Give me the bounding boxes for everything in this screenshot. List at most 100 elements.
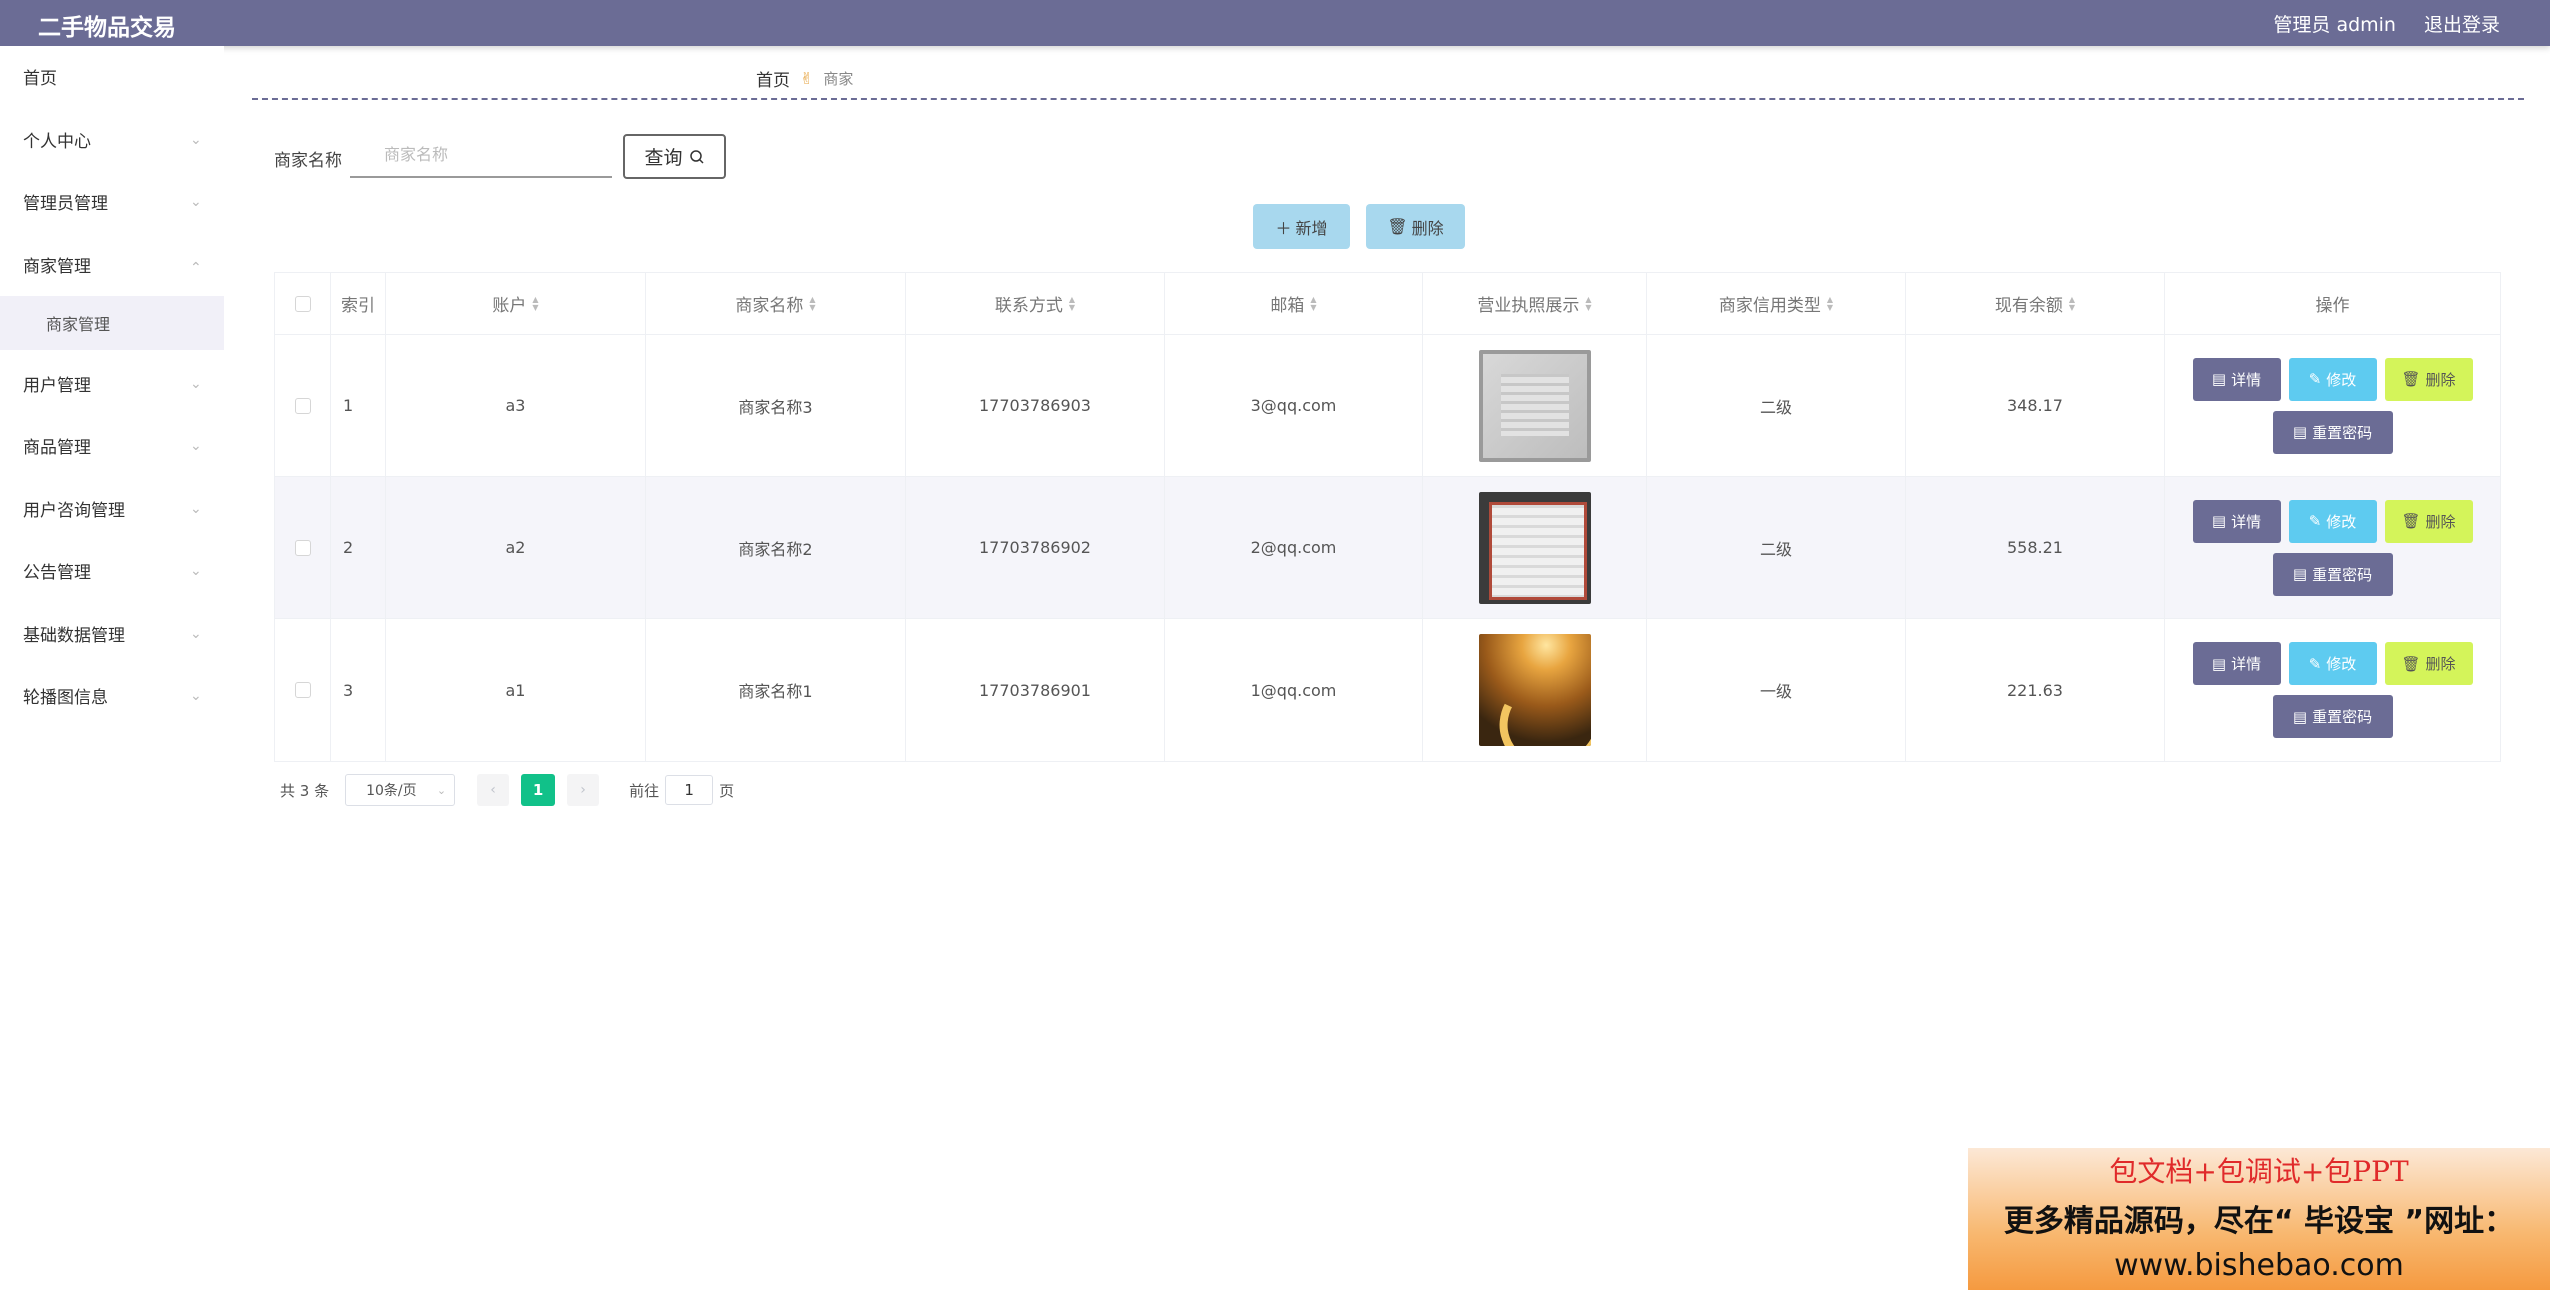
detail-button[interactable]: ▤ 详情	[2192, 499, 2281, 543]
sort-icon[interactable]: ▲ ▼	[2069, 295, 2075, 312]
sort-icon[interactable]: ▲ ▼	[1069, 295, 1075, 312]
th-ops-label: 操作	[2315, 296, 2350, 316]
detail-button[interactable]: ▤ 详情	[2192, 357, 2281, 401]
chevron-right-icon: ›	[580, 782, 586, 798]
search-icon	[689, 149, 704, 164]
row-checkbox[interactable]	[294, 682, 311, 698]
document-icon: ▤	[2292, 565, 2308, 583]
sidebar-item-label: 轮播图信息	[23, 687, 108, 708]
search-button[interactable]: 查询	[623, 134, 726, 179]
page-number-current[interactable]: 1	[521, 774, 556, 806]
sort-icon[interactable]: ▲ ▼	[1585, 295, 1591, 312]
sidebar-item-carousel[interactable]: 轮播图信息 ⌄	[0, 665, 224, 725]
sort-icon[interactable]: ▲ ▼	[1310, 295, 1316, 312]
sidebar-item-notice[interactable]: 公告管理 ⌄	[0, 540, 224, 600]
sidebar-item-label: 个人中心	[23, 131, 91, 152]
document-icon: ▤	[2211, 512, 2227, 530]
promo-line-2: 更多精品源码，尽在“ 毕设宝 ”网址：	[2003, 1204, 2515, 1239]
cell-ops: ▤ 详情 ✎ 修改 🗑 删除 ▤ 重置密码	[2165, 335, 2500, 476]
document-icon: ▤	[2211, 654, 2227, 673]
batch-delete-button[interactable]: 🗑 删除	[1366, 204, 1465, 249]
breadcrumb: 首页 ✌ 商家	[756, 66, 853, 91]
sidebar-item-merchant[interactable]: 商家管理 ⌃	[0, 234, 224, 294]
sort-icon[interactable]: ▲ ▼	[532, 295, 538, 312]
reset-password-button[interactable]: ▤ 重置密码	[2272, 410, 2393, 454]
license-image[interactable]	[1478, 349, 1591, 462]
chevron-up-icon: ⌃	[190, 260, 202, 276]
edit-button[interactable]: ✎ 修改	[2288, 642, 2377, 685]
cell-index: 2	[331, 477, 386, 618]
topbar-right: 管理员 admin 退出登录	[2273, 10, 2500, 37]
cell-index: 1	[331, 335, 386, 476]
edit-label: 修改	[2326, 370, 2357, 389]
goto-page-input[interactable]: 1	[665, 775, 714, 805]
sidebar-item-users[interactable]: 用户管理 ⌄	[0, 353, 224, 413]
sort-icon[interactable]: ▲ ▼	[809, 295, 815, 312]
cell-name: 商家名称3	[646, 335, 906, 476]
add-button[interactable]: ＋ 新增	[1253, 204, 1350, 249]
th-balance[interactable]: 现有余额 ▲ ▼	[1906, 273, 2165, 334]
chevron-down-icon: ⌄	[190, 194, 202, 210]
reset-password-button[interactable]: ▤ 重置密码	[2272, 552, 2393, 596]
cell-credit: 二级	[1647, 477, 1906, 618]
cell-balance: 348.17	[1906, 335, 2165, 476]
detail-button[interactable]: ▤ 详情	[2192, 642, 2281, 685]
th-email[interactable]: 邮箱 ▲ ▼	[1165, 273, 1423, 334]
th-ops: 操作	[2165, 273, 2500, 334]
license-image[interactable]	[1478, 491, 1591, 604]
total-count: 共 3 条	[280, 781, 330, 800]
divider	[252, 98, 2524, 100]
sidebar-item-admin[interactable]: 管理员管理 ⌄	[0, 171, 224, 231]
batch-delete-label: 删除	[1411, 218, 1444, 238]
th-account[interactable]: 账户 ▲ ▼	[386, 273, 646, 334]
sidebar-item-goods[interactable]: 商品管理 ⌄	[0, 415, 224, 475]
row-checkbox[interactable]	[294, 539, 311, 556]
th-credit[interactable]: 商家信用类型 ▲ ▼	[1647, 273, 1906, 334]
edit-label: 修改	[2326, 655, 2357, 673]
search-input[interactable]	[350, 136, 612, 178]
sidebar: 首页 个人中心 ⌄ 管理员管理 ⌄ 商家管理 ⌃ 商家管理 用户管理 ⌄ 商品管…	[0, 46, 224, 1290]
sort-icon[interactable]: ▲ ▼	[1827, 295, 1833, 312]
delete-button[interactable]: 🗑 删除	[2384, 499, 2473, 543]
th-email-label: 邮箱	[1270, 296, 1305, 316]
delete-button[interactable]: 🗑 删除	[2384, 642, 2473, 685]
prev-page-button[interactable]: ‹	[477, 774, 510, 806]
sidebar-item-label: 首页	[23, 68, 57, 89]
cell-account: a3	[386, 335, 646, 476]
th-license[interactable]: 营业执照展示 ▲ ▼	[1423, 273, 1647, 334]
row-checkbox[interactable]	[294, 397, 311, 414]
delete-button[interactable]: 🗑 删除	[2384, 357, 2473, 401]
th-phone[interactable]: 联系方式 ▲ ▼	[906, 273, 1165, 334]
chevron-down-icon: ⌄	[190, 376, 202, 392]
page-size-select[interactable]: 10条/页 ⌄	[345, 774, 456, 806]
edit-button[interactable]: ✎ 修改	[2288, 357, 2377, 401]
cell-account: a1	[386, 619, 646, 761]
th-index-label: 索引	[341, 296, 375, 316]
chevron-down-icon: ⌄	[190, 501, 202, 517]
search-button-label: 查询	[644, 147, 683, 169]
cell-account: a2	[386, 477, 646, 618]
reset-label: 重置密码	[2312, 708, 2373, 726]
promo-banner: 包文档+包调试+包PPT 更多精品源码，尽在“ 毕设宝 ”网址： www.bis…	[1968, 1148, 2550, 1290]
th-name[interactable]: 商家名称 ▲ ▼	[646, 273, 906, 334]
breadcrumb-current: 商家	[823, 70, 854, 88]
select-all-checkbox[interactable]	[294, 295, 311, 312]
row-select-cell	[275, 619, 331, 761]
logout-link[interactable]: 退出登录	[2424, 10, 2500, 37]
cell-license	[1423, 477, 1647, 618]
cell-balance: 558.21	[1906, 477, 2165, 618]
sidebar-item-profile[interactable]: 个人中心 ⌄	[0, 109, 224, 169]
edit-button[interactable]: ✎ 修改	[2288, 499, 2377, 543]
document-icon: ▤	[2292, 423, 2308, 441]
chevron-left-icon: ‹	[490, 782, 496, 798]
delete-label: 删除	[2425, 370, 2456, 389]
sidebar-item-basedata[interactable]: 基础数据管理 ⌄	[0, 603, 224, 663]
sidebar-item-home[interactable]: 首页	[0, 46, 224, 106]
next-page-button[interactable]: ›	[567, 774, 600, 806]
sidebar-subitem-merchant[interactable]: 商家管理	[0, 296, 224, 350]
license-image[interactable]	[1478, 634, 1591, 746]
sidebar-item-consult[interactable]: 用户咨询管理 ⌄	[0, 478, 224, 538]
breadcrumb-home[interactable]: 首页	[756, 66, 790, 91]
reset-password-button[interactable]: ▤ 重置密码	[2272, 695, 2393, 738]
chevron-down-icon: ⌄	[190, 563, 202, 579]
